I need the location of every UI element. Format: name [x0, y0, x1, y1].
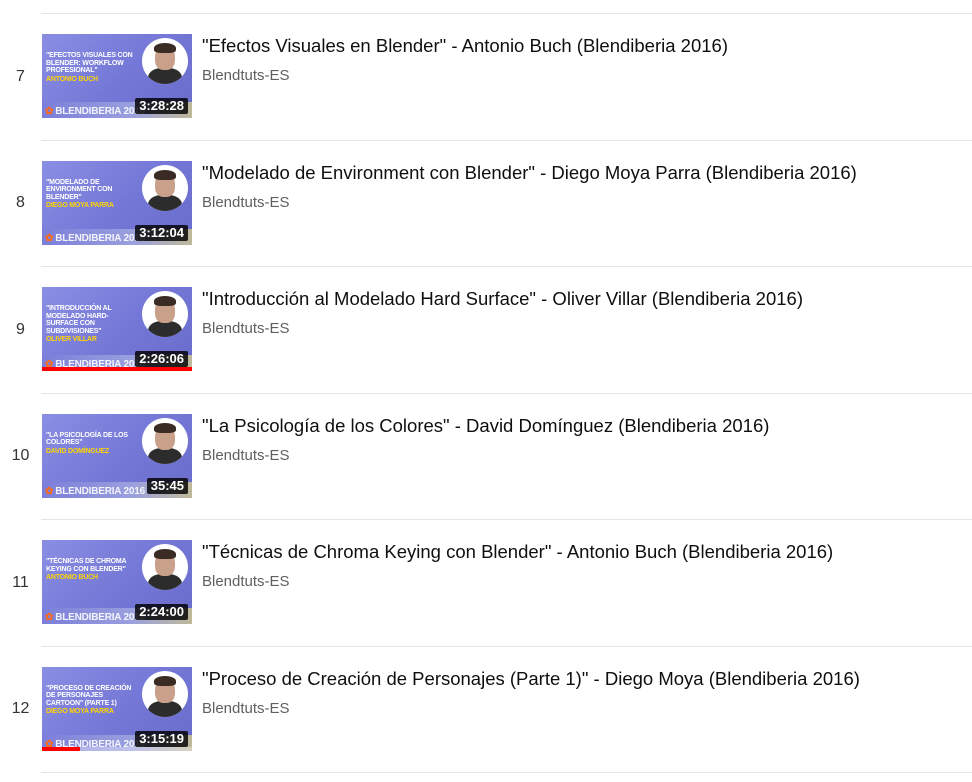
video-title[interactable]: "Efectos Visuales en Blender" - Antonio …: [202, 34, 972, 58]
video-meta: "Efectos Visuales en Blender" - Antonio …: [202, 34, 972, 85]
watch-progress-bar: [42, 746, 192, 751]
thumbnail-event-label: BLENDIBERIA 2016: [55, 485, 145, 497]
video-thumbnail[interactable]: "La Psicología de los Colores" David Dom…: [42, 413, 192, 498]
video-title[interactable]: "Proceso de Creación de Personajes (Part…: [202, 667, 972, 691]
video-title[interactable]: "Modelado de Environment con Blender" - …: [202, 161, 972, 185]
speaker-avatar: [142, 291, 188, 337]
video-duration: 2:24:00: [135, 604, 188, 620]
video-title[interactable]: "Técnicas de Chroma Keying con Blender" …: [202, 540, 972, 564]
thumbnail-speaker: Diego Moya Parra: [46, 708, 114, 715]
thumbnail-event-label: BLENDIBERIA 2016: [55, 612, 145, 623]
thumbnail-event-label: BLENDIBERIA 2016: [55, 232, 145, 244]
thumbnail-speaker: David Domínguez: [46, 447, 109, 455]
thumbnail-talk-text: "Introducción al modelado Hard-Surface c…: [46, 305, 112, 335]
speaker-avatar: [142, 670, 188, 717]
channel-name[interactable]: Blendtuts-ES: [202, 67, 972, 85]
video-thumbnail[interactable]: "Modelado de Environment con Blender" Di…: [42, 160, 192, 245]
thumbnail-talk-title: "Efectos visuales con Blender: Workflow …: [46, 52, 136, 83]
channel-name[interactable]: Blendtuts-ES: [202, 700, 972, 718]
thumbnail-talk-text: "Efectos visuales con Blender: Workflow …: [46, 52, 133, 74]
channel-name[interactable]: Blendtuts-ES: [202, 573, 972, 591]
playlist-item[interactable]: 8 "Modelado de Environment con Blender" …: [16, 141, 972, 267]
video-duration: 3:28:28: [135, 98, 188, 114]
playlist-item[interactable]: 11 "Técnicas de Chroma Keying con Blende…: [12, 520, 972, 647]
thumbnail-speaker: Oliver Villar: [46, 336, 97, 343]
video-thumbnail[interactable]: "Introducción al modelado Hard-Surface c…: [42, 287, 192, 371]
video-meta: "Técnicas de Chroma Keying con Blender" …: [202, 540, 972, 591]
thumbnail-talk-title: "Técnicas de Chroma Keying con Blender" …: [46, 558, 136, 582]
playlist-item-index: 12: [11, 700, 30, 718]
thumbnail-talk-text: "La Psicología de los Colores": [46, 431, 128, 447]
video-thumbnail[interactable]: "Proceso de creación de personajes carto…: [42, 666, 192, 751]
playlist-item-index: 7: [16, 67, 25, 85]
video-thumbnail[interactable]: "Técnicas de Chroma Keying con Blender" …: [42, 540, 192, 624]
thumbnail-speaker: Antonio Buch: [46, 75, 98, 83]
thumbnail-talk-text: "Proceso de creación de personajes carto…: [46, 684, 132, 707]
video-duration: 35:45: [146, 477, 188, 494]
thumbnail-talk-title: "Modelado de Environment con Blender" Di…: [46, 179, 136, 210]
channel-name[interactable]: Blendtuts-ES: [202, 447, 972, 465]
video-meta: "La Psicología de los Colores" - David D…: [202, 414, 972, 465]
blendiberia-logo-icon: ✿: [45, 612, 54, 623]
video-meta: "Introducción al Modelado Hard Surface" …: [202, 287, 972, 338]
watch-progress-fill: [42, 746, 80, 751]
video-duration: 3:15:19: [135, 730, 188, 747]
video-meta: "Proceso de Creación de Personajes (Part…: [202, 667, 972, 718]
playlist-item-index: 9: [16, 320, 25, 338]
playlist-item-index: 10: [11, 447, 30, 465]
thumbnail-talk-title: "Introducción al modelado Hard-Surface c…: [46, 305, 136, 344]
video-duration: 3:12:04: [135, 224, 188, 241]
playlist-item-index: 11: [12, 573, 29, 591]
playlist-item[interactable]: 9 "Introducción al modelado Hard-Surface…: [16, 267, 972, 394]
speaker-avatar: [142, 417, 188, 464]
blendiberia-logo-icon: ✿: [45, 232, 54, 244]
thumbnail-talk-text: "Técnicas de Chroma Keying con Blender": [46, 558, 127, 573]
speaker-avatar: [142, 38, 188, 84]
watch-progress-fill: [42, 367, 192, 371]
speaker-avatar: [142, 544, 188, 590]
playlist-video-list: 7 "Efectos visuales con Blender: Workflo…: [0, 14, 972, 773]
channel-name[interactable]: Blendtuts-ES: [202, 320, 972, 338]
blendiberia-logo-icon: ✿: [45, 106, 54, 117]
playlist-item[interactable]: 10 "La Psicología de los Colores" David …: [12, 394, 972, 520]
playlist-item[interactable]: 12 "Proceso de creación de personajes ca…: [12, 647, 972, 773]
video-title[interactable]: "Introducción al Modelado Hard Surface" …: [202, 287, 972, 311]
video-title[interactable]: "La Psicología de los Colores" - David D…: [202, 414, 972, 438]
playlist-item[interactable]: 7 "Efectos visuales con Blender: Workflo…: [16, 14, 972, 141]
watch-progress-bar: [42, 367, 192, 371]
video-meta: "Modelado de Environment con Blender" - …: [202, 161, 972, 212]
speaker-avatar: [142, 164, 188, 211]
thumbnail-talk-text: "Modelado de Environment con Blender": [46, 178, 113, 201]
thumbnail-talk-title: "Proceso de creación de personajes carto…: [46, 685, 136, 716]
thumbnail-speaker: Antonio Buch: [46, 574, 98, 581]
playlist-item-index: 8: [16, 194, 25, 212]
blendiberia-logo-icon: ✿: [45, 485, 54, 497]
video-duration: 2:26:06: [135, 351, 188, 367]
thumbnail-talk-title: "La Psicología de los Colores" David Dom…: [46, 432, 136, 456]
channel-name[interactable]: Blendtuts-ES: [202, 194, 972, 212]
video-thumbnail[interactable]: "Efectos visuales con Blender: Workflow …: [42, 34, 192, 118]
thumbnail-speaker: Diego Moya Parra: [46, 202, 114, 209]
thumbnail-event-label: BLENDIBERIA 2016: [55, 106, 145, 117]
